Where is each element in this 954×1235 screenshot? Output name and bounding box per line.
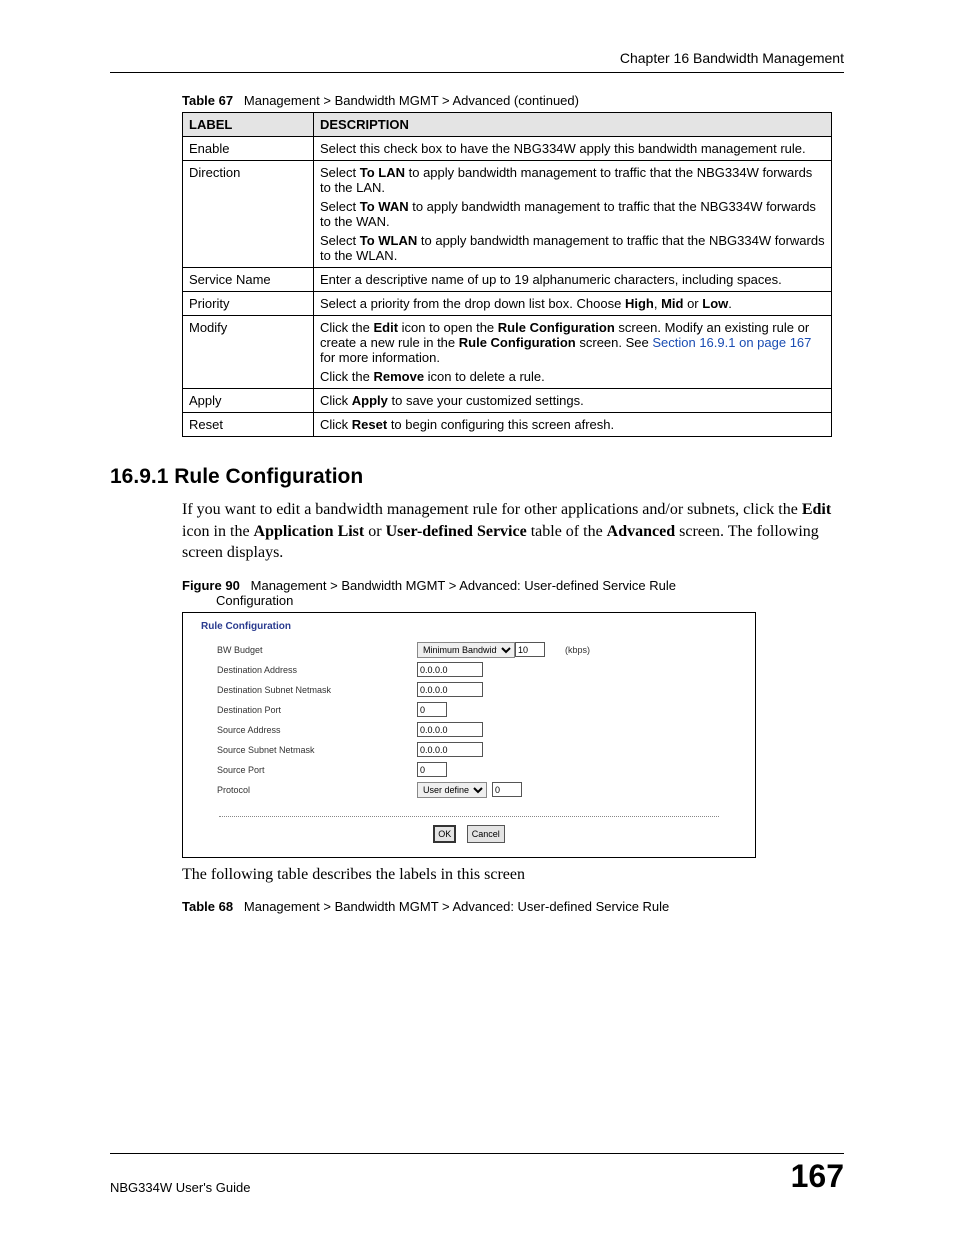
rule-configuration-panel: Rule Configuration BW Budget Minimum Ban… [182,612,756,858]
src-mask-label: Source Subnet Netmask [217,745,417,755]
cell-label: Enable [183,137,314,161]
src-mask-input[interactable] [417,742,483,757]
bw-value-input[interactable] [515,642,545,657]
section-heading: 16.9.1 Rule Configuration [110,465,844,489]
xref-link[interactable]: Section 16.9.1 on page 167 [652,335,811,350]
chapter-header: Chapter 16 Bandwidth Management [110,50,844,66]
header-rule [110,72,844,73]
th-description: DESCRIPTION [314,113,832,137]
table67-caption-text: Management > Bandwidth MGMT > Advanced (… [244,93,579,108]
table-row: Reset Click Reset to begin configuring t… [183,413,832,437]
cell-desc: Click Apply to save your customized sett… [314,389,832,413]
figure90-number: Figure 90 [182,578,240,593]
cell-label: Direction [183,161,314,268]
cancel-button[interactable]: Cancel [467,825,505,843]
cell-desc: Click the Edit icon to open the Rule Con… [314,316,832,389]
cell-desc: Select a priority from the drop down lis… [314,292,832,316]
page-footer: NBG334W User's Guide 167 [110,1153,844,1195]
panel-title: Rule Configuration [183,613,755,640]
protocol-num-input[interactable] [492,782,522,797]
cell-desc: Select this check box to have the NBG334… [314,137,832,161]
figure90-caption: Figure 90 Management > Bandwidth MGMT > … [182,578,844,608]
dest-addr-input[interactable] [417,662,483,677]
bw-mode-select[interactable]: Minimum Bandwidth [417,642,515,658]
protocol-select[interactable]: User defined [417,782,487,798]
panel-divider [219,816,719,817]
dest-addr-label: Destination Address [217,665,417,675]
dest-port-input[interactable] [417,702,447,717]
page-number: 167 [791,1158,844,1195]
table-row: Apply Click Apply to save your customize… [183,389,832,413]
dest-port-label: Destination Port [217,705,417,715]
bw-unit: (kbps) [565,645,590,655]
figure90-text1: Management > Bandwidth MGMT > Advanced: … [251,578,676,593]
table67: LABEL DESCRIPTION Enable Select this che… [182,112,832,437]
table-row: Modify Click the Edit icon to open the R… [183,316,832,389]
cell-desc: Select To LAN to apply bandwidth managem… [314,161,832,268]
dest-mask-label: Destination Subnet Netmask [217,685,417,695]
table-row: Service Name Enter a descriptive name of… [183,268,832,292]
th-label: LABEL [183,113,314,137]
src-addr-label: Source Address [217,725,417,735]
table68-caption: Table 68 Management > Bandwidth MGMT > A… [182,899,844,914]
cell-label: Priority [183,292,314,316]
protocol-label: Protocol [217,785,417,795]
cell-label: Service Name [183,268,314,292]
footer-guide-name: NBG334W User's Guide [110,1180,250,1195]
table68-number: Table 68 [182,899,233,914]
src-port-label: Source Port [217,765,417,775]
bw-budget-label: BW Budget [217,645,417,655]
footer-rule [110,1153,844,1154]
table-row: Enable Select this check box to have the… [183,137,832,161]
table67-number: Table 67 [182,93,233,108]
cell-desc: Click Reset to begin configuring this sc… [314,413,832,437]
paragraph: If you want to edit a bandwidth manageme… [182,499,844,564]
src-port-input[interactable] [417,762,447,777]
table-row: Direction Select To LAN to apply bandwid… [183,161,832,268]
paragraph: The following table describes the labels… [182,864,844,886]
dest-mask-input[interactable] [417,682,483,697]
cell-desc: Enter a descriptive name of up to 19 alp… [314,268,832,292]
src-addr-input[interactable] [417,722,483,737]
cell-label: Reset [183,413,314,437]
ok-button[interactable]: OK [433,825,456,843]
table67-caption: Table 67 Management > Bandwidth MGMT > A… [182,93,844,108]
cell-label: Apply [183,389,314,413]
table-row: Priority Select a priority from the drop… [183,292,832,316]
table68-text: Management > Bandwidth MGMT > Advanced: … [244,899,669,914]
cell-label: Modify [183,316,314,389]
figure90-text2: Configuration [216,593,293,608]
